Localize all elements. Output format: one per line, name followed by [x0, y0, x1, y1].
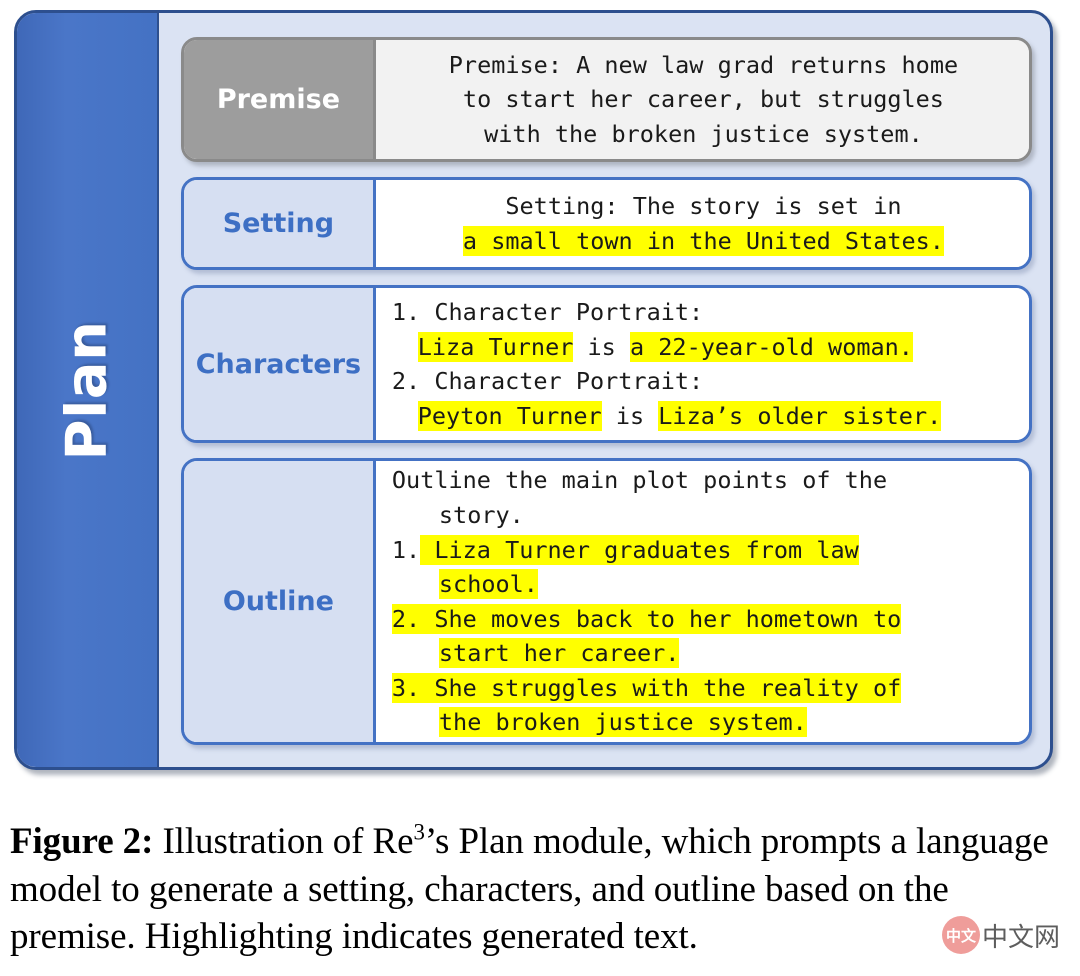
text-line: 1. Liza Turner graduates from law: [392, 533, 1015, 568]
prompt-text: 1. Character Portrait:: [391, 298, 704, 327]
plan-rows-container: Premise Premise: A new law grad returns h…: [159, 13, 1050, 767]
plan-row-outline: Outline Outline the main plot points of t…: [180, 458, 1032, 745]
prompt-text: is: [573, 332, 630, 361]
prompt-text: 1.: [391, 535, 421, 564]
text-line: Outline the main plot points of the: [392, 463, 1015, 498]
prompt-text: Setting: The story is set in: [505, 192, 902, 221]
figure-caption: Figure 2: Illustration of Re3’s Plan mod…: [10, 818, 1070, 961]
generated-text-highlight: 2. She moves back to her hometown to: [391, 603, 902, 634]
text-line: Liza Turner is a 22-year-old woman.: [392, 330, 1015, 365]
text-line: story.: [392, 498, 1015, 533]
text-line: 3. She struggles with the reality of: [391, 671, 1015, 706]
text-line: school.: [392, 567, 1015, 602]
prompt-text: to start her career, but struggles: [462, 85, 944, 114]
text-line: Premise: A new law grad returns home: [392, 48, 1015, 83]
plan-row-label-setting: Setting: [183, 180, 376, 268]
generated-text-highlight: 3. She struggles with the reality of: [391, 672, 902, 703]
text-line: Setting: The story is set in: [392, 189, 1015, 224]
text-line: with the broken justice system.: [392, 117, 1015, 152]
plan-sidebar-label: Plan: [54, 320, 120, 460]
caption-text-before-superscript: Illustration of Re: [153, 821, 414, 862]
generated-text-highlight: school.: [438, 569, 538, 600]
plan-row-label-premise: Premise: [183, 40, 376, 160]
generated-text-highlight: Liza Turner graduates from law: [420, 534, 859, 565]
generated-text-highlight: a 22-year-old woman.: [629, 331, 913, 362]
generated-text-highlight: Peyton Turner: [417, 400, 602, 431]
plan-row-content-outline: Outline the main plot points of the story…: [375, 461, 1029, 742]
prompt-text: is: [601, 401, 659, 430]
plan-row-label-outline: Outline: [183, 461, 376, 742]
text-line: a small town in the United States.: [392, 224, 1015, 259]
generated-text-highlight: Liza Turner: [417, 331, 574, 362]
plan-row-setting: Setting Setting: The story is set in a sma…: [180, 177, 1032, 271]
plan-sidebar: Plan: [17, 13, 159, 767]
text-line: to start her career, but struggles: [392, 82, 1015, 117]
prompt-text: Premise: A new law grad returns home: [448, 50, 959, 79]
prompt-text: with the broken justice system.: [484, 119, 923, 148]
text-line: the broken justice system.: [392, 705, 1015, 740]
plan-row-content-setting: Setting: The story is set in a small town…: [375, 180, 1029, 268]
plan-row-content-premise: Premise: A new law grad returns home to s…: [375, 40, 1029, 160]
text-line: 2. Character Portrait:: [392, 364, 1015, 399]
caption-superscript: 3: [413, 819, 425, 845]
text-line: 1. Character Portrait:: [392, 295, 1015, 330]
plan-row-content-characters: 1. Character Portrait: Liza Turner is a 2…: [375, 288, 1029, 441]
figure-2-root: Plan Premise Premise: A new law grad retu…: [0, 0, 1080, 976]
text-line: 2. She moves back to her hometown to: [391, 602, 1015, 637]
prompt-text: 2. Character Portrait:: [391, 367, 704, 396]
caption-figure-label: Figure 2:: [10, 821, 154, 862]
prompt-text: story.: [438, 500, 524, 529]
plan-module-container: Plan Premise Premise: A new law grad retu…: [14, 10, 1053, 770]
plan-row-label-characters: Characters: [183, 288, 376, 441]
prompt-text: Outline the main plot points of the: [391, 466, 888, 495]
plan-row-premise: Premise Premise: A new law grad returns h…: [180, 37, 1032, 163]
text-line: Peyton Turner is Liza’s older sister.: [392, 399, 1015, 434]
plan-row-characters: Characters 1. Character Portrait: Liza Tur…: [180, 285, 1032, 444]
generated-text-highlight: the broken justice system.: [438, 707, 807, 738]
generated-text-highlight: Liza’s older sister.: [658, 400, 942, 431]
generated-text-highlight: a small town in the United States.: [462, 225, 944, 256]
generated-text-highlight: start her career.: [438, 638, 680, 669]
text-line: start her career.: [392, 636, 1015, 671]
